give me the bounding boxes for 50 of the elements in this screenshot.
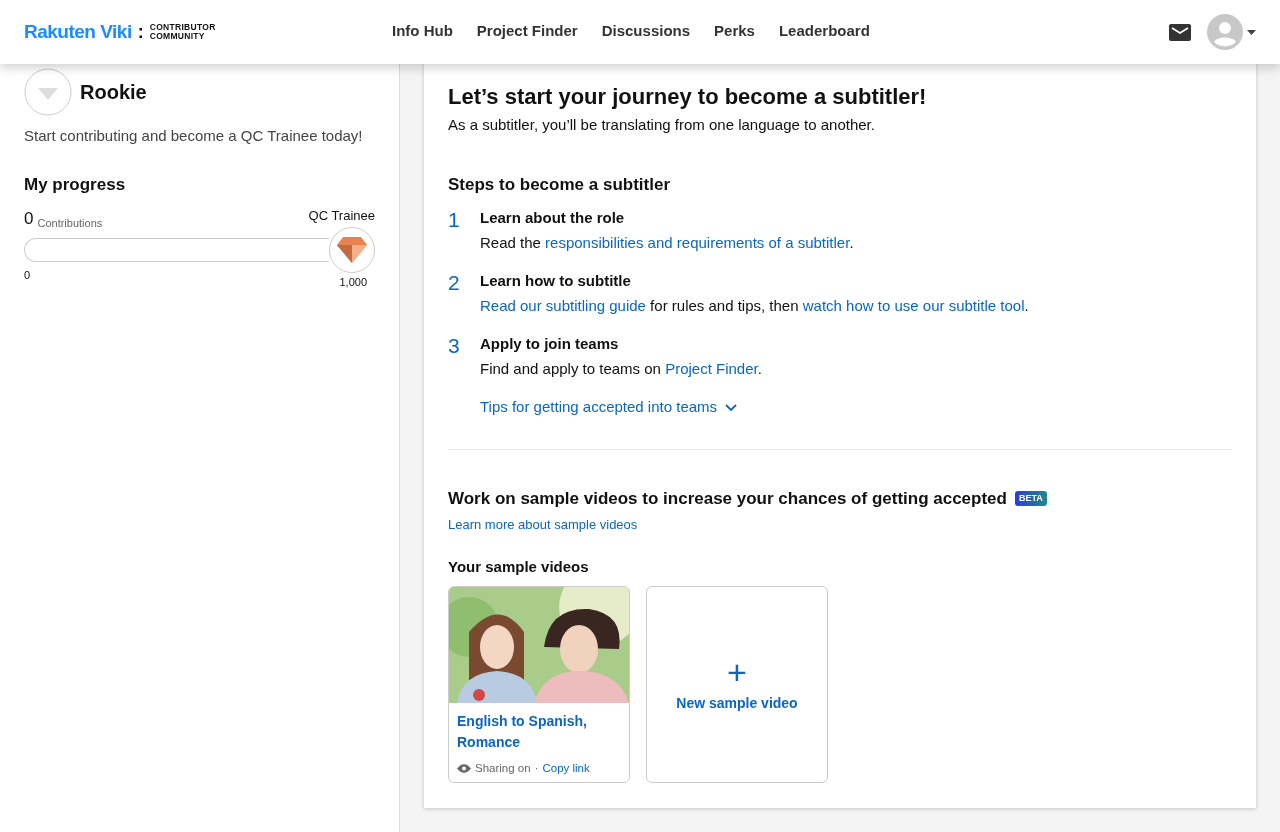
text-link[interactable]: Project Finder — [665, 359, 758, 377]
nav-link[interactable]: Info Hub — [392, 15, 453, 49]
beta-badge: BETA — [1014, 490, 1047, 507]
gem-icon — [337, 237, 367, 263]
mail-icon[interactable] — [1169, 23, 1191, 41]
separator-dot: · — [534, 760, 539, 776]
step-title: Apply to join teams — [480, 334, 620, 355]
logo-subtitle: COMMUNITY — [149, 32, 206, 42]
min-label: 0 — [24, 268, 31, 283]
section-title: My progress — [24, 174, 127, 196]
video-card[interactable]: English to Spanish, Romance Sharing on · Copy link — [448, 586, 630, 784]
contribution-label: Contributions — [37, 215, 103, 231]
copy-link[interactable]: Copy link — [542, 759, 590, 778]
step-text: Read the responsibilities and requirements of a subtitler. — [480, 232, 854, 253]
eye-icon — [457, 764, 471, 773]
max-label: 1,000 — [339, 275, 367, 290]
step-text: Find and apply to teams on Project Finder. — [480, 358, 762, 379]
video-title[interactable]: English to Spanish, Romance — [457, 711, 621, 752]
brand-logo[interactable]: Rakuten Viki — [24, 17, 132, 47]
nav-link[interactable]: Perks — [714, 15, 755, 49]
sharing-status: Sharing on — [475, 760, 531, 776]
section-title: Steps to become a subtitler — [448, 174, 671, 196]
nav-link[interactable]: Project Finder — [476, 15, 578, 49]
new-sample-button[interactable]: + New sample video — [646, 586, 828, 784]
list-title: Your sample videos — [448, 556, 590, 577]
step-number: 3 — [448, 333, 461, 360]
step-number: 1 — [448, 207, 461, 234]
chevron-icon — [725, 403, 738, 412]
logo-subtitle: CONTRIBUTOR — [149, 22, 216, 32]
text-link[interactable]: Read our subtitling guide — [480, 296, 646, 314]
goal-label: QC Trainee — [308, 206, 375, 225]
page-subtitle: As a subtitler, you’ll be translating from one language to another. — [448, 115, 876, 136]
contribution-count: 0 — [24, 207, 34, 230]
tips-toggle[interactable]: Tips for getting accepted into teams — [480, 396, 738, 419]
text-link[interactable]: watch how to use our subtitle tool — [802, 296, 1025, 314]
text-link[interactable]: responsibilities and requirements of a subtitler — [545, 233, 850, 251]
logo-separator: : — [137, 20, 144, 44]
nav-link[interactable]: Discussions — [601, 15, 691, 49]
step-title: Learn about the role — [480, 208, 626, 229]
rank-badge-icon — [24, 68, 72, 116]
caret-icon[interactable] — [1247, 29, 1256, 35]
rank-title: Rookie — [80, 80, 147, 105]
page-title: Let’s start your journey to become a subtitler! — [448, 84, 928, 111]
nav-link[interactable]: Leaderboard — [778, 15, 870, 49]
learn-more-link[interactable]: Learn more about sample videos — [448, 515, 638, 535]
step-text: Read our subtitling guide for rules and tips, then watch how to use our subtitle tool. — [480, 295, 1029, 316]
section-title: Work on sample videos to increase your chances of getting accepted — [448, 487, 1007, 510]
rank-description: Start contributing and become a QC Trainee today! — [24, 126, 364, 146]
step-title: Learn how to subtitle — [480, 271, 632, 292]
step-number: 2 — [448, 270, 461, 297]
